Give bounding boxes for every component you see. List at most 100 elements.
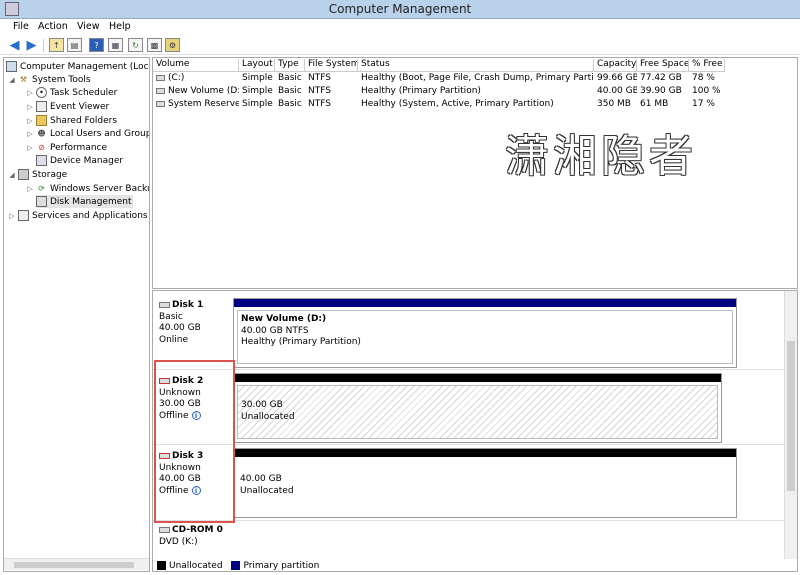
free-space-cell: 61 MB [640, 99, 669, 109]
divider [153, 369, 785, 370]
col-header-capacity[interactable]: Capacity [594, 59, 637, 72]
col-header-file-system[interactable]: File System [305, 59, 358, 72]
collapse-icon[interactable]: ◢ [8, 76, 16, 84]
vertical-scrollbar[interactable] [784, 291, 797, 559]
tree-horizontal-scrollbar[interactable] [4, 558, 149, 570]
volume-name: System Reserved [168, 99, 239, 109]
col-header-type[interactable]: Type [275, 59, 305, 72]
navigation-tree: Computer Management (Local ◢ ⚒ System To… [3, 57, 150, 572]
export-icon[interactable]: ▩ [147, 38, 162, 52]
capacity-cell: 99.66 GB [597, 73, 637, 83]
legend-primary: Primary partition [243, 561, 320, 571]
percent-free-cell: 78 % [692, 73, 715, 83]
title-bar: Computer Management [0, 0, 800, 19]
volume-name: New Volume (D:) [168, 86, 239, 96]
refresh-icon[interactable]: ↻ [128, 38, 143, 52]
tree-label: Storage [32, 169, 68, 180]
tree-item-storage[interactable]: ◢ Storage [8, 168, 67, 181]
tree-item-performance[interactable]: ▷ ⊘ Performance [26, 141, 107, 154]
expand-icon[interactable]: ▷ [8, 212, 16, 220]
tree-item-services-applications[interactable]: ▷ Services and Applications [8, 209, 148, 222]
cdrom-info[interactable]: CD-ROM 0 DVD (K:) [159, 525, 223, 548]
watermark-text: 潇湘隐者 [505, 131, 697, 182]
capacity-cell: 350 MB [597, 99, 631, 109]
status-cell: Healthy (Boot, Page File, Crash Dump, Pr… [361, 73, 594, 83]
expand-icon[interactable]: ▷ [26, 144, 34, 152]
scrollbar-thumb[interactable] [14, 562, 134, 568]
partition-disk-2-unallocated[interactable]: 30.00 GB Unallocated [233, 373, 722, 443]
volume-cell: New Volume (D:) [153, 86, 239, 99]
disk-map: Disk 1 Basic 40.00 GB Online New Volume … [152, 290, 798, 572]
tree-item-shared-folders[interactable]: ▷ Shared Folders [26, 114, 117, 127]
menu-view[interactable]: View [77, 21, 100, 32]
tree-label: Task Scheduler [50, 87, 118, 98]
menu-help[interactable]: Help [109, 21, 131, 32]
tree-item-local-users[interactable]: ▷ ☻ Local Users and Groups [26, 127, 149, 140]
primary-partition-bar [234, 299, 736, 307]
partition-status: Healthy (Primary Partition) [241, 337, 361, 347]
expand-icon[interactable]: ▷ [26, 130, 34, 138]
menu-action[interactable]: Action [38, 21, 68, 32]
col-header-status[interactable]: Status [358, 59, 594, 72]
tree-label: Shared Folders [50, 115, 118, 126]
percent-free-cell: 17 % [692, 99, 715, 109]
cdrom-drive: DVD (K:) [159, 536, 198, 547]
disk-name: CD-ROM 0 [172, 525, 223, 535]
tree-item-event-viewer[interactable]: ▷ Event Viewer [26, 100, 109, 113]
free-space-cell: 77.42 GB [640, 73, 682, 83]
toolbar: ◀ ▶ ↑ ▤ ? ▦ ↻ ▩ ⚙ [0, 36, 800, 55]
disk-1-info[interactable]: Disk 1 Basic 40.00 GB Online [159, 300, 203, 346]
scrollbar-thumb[interactable] [787, 341, 795, 491]
partition-status: Unallocated [240, 485, 294, 496]
back-arrow-icon[interactable]: ◀ [7, 38, 22, 53]
properties-icon[interactable]: ▦ [108, 38, 123, 52]
disk-name: Disk 1 [172, 300, 204, 310]
legend-unallocated: Unallocated [169, 561, 223, 571]
expand-icon[interactable]: ▷ [26, 103, 34, 111]
free-space-cell: 39.90 GB [640, 86, 682, 96]
unallocated-bar [234, 449, 736, 457]
tree-item-device-manager[interactable]: Device Manager [36, 154, 123, 167]
partition-disk-3-unallocated[interactable]: 40.00 GB Unallocated [233, 448, 737, 518]
tree-item-disk-management[interactable]: Disk Management [36, 195, 134, 208]
legend: Unallocated Primary partition [153, 561, 797, 571]
percent-free-cell: 100 % [692, 86, 721, 96]
up-folder-icon[interactable]: ↑ [49, 38, 64, 52]
col-header-free-space[interactable]: Free Space [637, 59, 689, 72]
layout-cell: Simple [242, 99, 273, 109]
volume-cell: (C:) [153, 73, 239, 86]
show-hide-tree-icon[interactable]: ▤ [67, 38, 82, 52]
fs-cell: NTFS [308, 86, 331, 96]
unallocated-bar [234, 374, 721, 382]
layout-cell: Simple [242, 73, 273, 83]
partition-size: 30.00 GB [241, 400, 283, 410]
expand-icon[interactable]: ▷ [26, 185, 34, 193]
partition-new-volume-d[interactable]: New Volume (D:) 40.00 GB NTFS Healthy (P… [233, 298, 737, 368]
collapse-icon[interactable]: ◢ [8, 171, 16, 179]
partition-size: 40.00 GB NTFS [241, 325, 309, 336]
settings-icon[interactable]: ⚙ [165, 38, 180, 52]
expand-icon[interactable]: ▷ [26, 117, 34, 125]
backup-icon: ⟳ [38, 184, 45, 193]
disk-type: Basic [159, 311, 183, 322]
partition-body: 40.00 GB Unallocated [237, 460, 733, 514]
type-cell: Basic [278, 99, 302, 109]
col-header-layout[interactable]: Layout [239, 59, 275, 72]
menu-file[interactable]: File [13, 21, 29, 32]
performance-icon: ⊘ [38, 143, 45, 152]
type-cell: Basic [278, 86, 302, 96]
tree-item-windows-server-backup[interactable]: ▷ ⟳ Windows Server Backup [26, 182, 150, 195]
col-header-percent-free[interactable]: % Free [689, 59, 725, 72]
tree-label: Windows Server Backup [50, 183, 150, 194]
tree-item-task-scheduler[interactable]: ▷ • Task Scheduler [26, 86, 117, 99]
col-header-volume[interactable]: Volume [153, 59, 239, 72]
tree-item-system-tools[interactable]: ◢ ⚒ System Tools [8, 73, 90, 86]
help-icon[interactable]: ? [89, 38, 104, 52]
tree-item-computer-management[interactable]: Computer Management (Local [6, 60, 149, 73]
expand-icon[interactable]: ▷ [26, 89, 34, 97]
primary-swatch [231, 561, 241, 570]
type-cell: Basic [278, 73, 302, 83]
forward-arrow-icon[interactable]: ▶ [24, 38, 39, 53]
fs-cell: NTFS [308, 99, 331, 109]
